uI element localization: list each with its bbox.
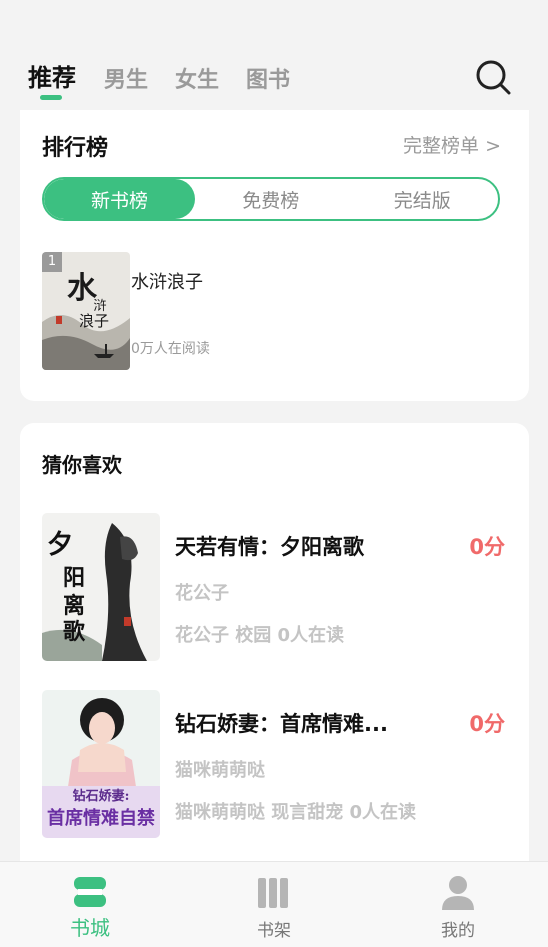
svg-text:浪子: 浪子 xyxy=(79,312,109,330)
book-cover: 钻石娇妻: 首席情难自禁 xyxy=(42,690,160,838)
list-item[interactable]: 钻石娇妻: 首席情难自禁 钻石娇妻：首席情难... 0分 猫咪萌萌哒 猫咪萌萌哒… xyxy=(42,690,507,838)
book-readers: 0万人在阅读 xyxy=(131,341,210,357)
guess-you-like-title: 猜你喜欢 xyxy=(42,453,122,477)
tab-female[interactable]: 女生 xyxy=(175,62,219,94)
svg-text:离: 离 xyxy=(63,593,85,619)
tab-recommend[interactable]: 推荐 xyxy=(28,58,76,93)
book-title: 钻石娇妻：首席情难... xyxy=(175,712,388,736)
segment-completed[interactable]: 完结版 xyxy=(347,179,499,219)
ranking-title: 排行榜 xyxy=(42,136,109,161)
book-cover[interactable]: 水 浒 浪子 1 xyxy=(42,252,130,370)
book-cover: 夕 阳 离 歌 xyxy=(42,513,160,661)
segment-new-books[interactable]: 新书榜 xyxy=(44,179,195,219)
svg-text:阳: 阳 xyxy=(63,565,85,591)
guess-you-like-card: 猜你喜欢 夕 阳 离 歌 天若有情：夕阳离歌 0分 花公子 花公子 校园 0人在… xyxy=(20,423,529,883)
book-cover-art: 夕 阳 离 歌 xyxy=(42,513,160,661)
bookstore-icon xyxy=(74,877,106,907)
top-tab-bar: 推荐 男生 女生 图书 xyxy=(0,0,548,112)
book-title: 天若有情：夕阳离歌 xyxy=(175,535,364,559)
nav-label: 书架 xyxy=(257,921,291,941)
segment-free[interactable]: 免费榜 xyxy=(195,179,347,219)
bottom-nav: 书城 书架 我的 xyxy=(0,861,548,947)
full-ranking-link[interactable]: 完整榜单 > xyxy=(403,131,501,158)
rank-badge: 1 xyxy=(42,252,62,272)
nav-profile[interactable]: 我的 xyxy=(398,862,518,947)
tab-male[interactable]: 男生 xyxy=(104,62,148,94)
svg-text:首席情难自禁: 首席情难自禁 xyxy=(47,807,155,829)
nav-bookstore[interactable]: 书城 xyxy=(30,862,150,947)
svg-text:钻石娇妻:: 钻石娇妻: xyxy=(73,788,130,804)
ranking-segment-control: 新书榜 免费榜 完结版 xyxy=(42,177,500,221)
bookshelf-icon xyxy=(258,878,288,908)
nav-label: 我的 xyxy=(441,921,475,941)
nav-label: 书城 xyxy=(70,916,110,940)
search-icon[interactable] xyxy=(474,58,512,96)
profile-icon xyxy=(442,876,474,910)
nav-bookshelf[interactable]: 书架 xyxy=(214,862,334,947)
svg-text:歌: 歌 xyxy=(63,619,86,645)
book-meta: 花公子 校园 0人在读 xyxy=(175,625,345,646)
tab-books[interactable]: 图书 xyxy=(246,62,290,94)
list-item[interactable]: 夕 阳 离 歌 天若有情：夕阳离歌 0分 花公子 花公子 校园 0人在读 xyxy=(42,513,507,661)
book-title[interactable]: 水浒浪子 xyxy=(131,268,203,294)
book-author: 花公子 xyxy=(175,583,229,604)
book-score: 0分 xyxy=(469,712,505,736)
book-author: 猫咪萌萌哒 xyxy=(175,760,265,781)
book-meta: 猫咪萌萌哒 现言甜宠 0人在读 xyxy=(175,802,417,823)
book-score: 0分 xyxy=(469,535,505,559)
ranking-card: 排行榜 完整榜单 > 新书榜 免费榜 完结版 水 浒 浪子 1 水浒浪子 0万人… xyxy=(20,110,529,401)
svg-text:夕: 夕 xyxy=(47,530,73,560)
book-cover-art: 钻石娇妻: 首席情难自禁 xyxy=(42,690,160,838)
active-tab-indicator xyxy=(40,95,62,100)
